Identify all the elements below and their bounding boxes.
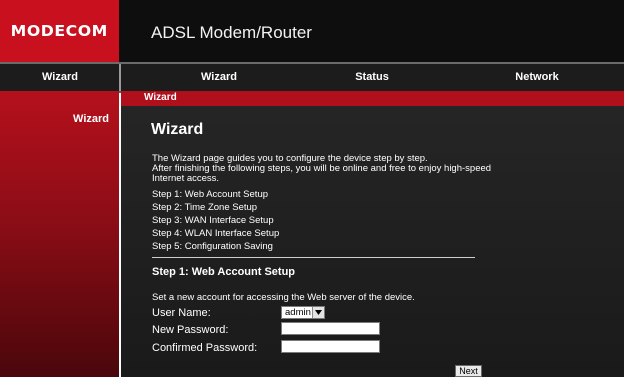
section-title: Step 1: Web Account Setup	[152, 266, 296, 278]
page-title: Wizard	[151, 121, 204, 138]
user-name-label: User Name:	[152, 307, 211, 319]
new-password-label: New Password:	[152, 324, 229, 336]
main-content: Wizard Wizard The Wizard page guides you…	[121, 91, 624, 377]
section-description: Set a new account for accessing the Web …	[152, 292, 415, 303]
brand-logo: MODECOM	[0, 0, 119, 62]
step-item: Step 4: WLAN Interface Setup	[152, 228, 280, 239]
app-title: ADSL Modem/Router	[151, 23, 312, 42]
tab-network[interactable]: Network	[515, 71, 558, 83]
next-button[interactable]: Next	[455, 365, 482, 377]
nav-section-label[interactable]: Wizard	[42, 71, 78, 83]
step-item: Step 1: Web Account Setup	[152, 189, 269, 200]
chevron-down-icon[interactable]	[312, 307, 324, 318]
sidebar-item-wizard[interactable]: Wizard	[73, 113, 109, 125]
logo-text: MODECOM	[10, 22, 109, 40]
step-item: Step 2: Time Zone Setup	[152, 202, 258, 213]
user-name-select[interactable]: admin	[281, 306, 325, 319]
new-password-field[interactable]	[281, 322, 380, 335]
header: MODECOM ADSL Modem/Router	[0, 0, 624, 62]
section-divider	[152, 257, 475, 258]
step-item: Step 5: Configuration Saving	[152, 241, 273, 252]
intro-line: Internet access.	[152, 173, 220, 184]
confirm-password-label: Confirmed Password:	[152, 342, 258, 354]
intro-text: The Wizard page guides you to configure …	[152, 154, 492, 184]
step-item: Step 3: WAN Interface Setup	[152, 215, 274, 226]
tab-wizard[interactable]: Wizard	[201, 71, 237, 83]
tab-status[interactable]: Status	[355, 71, 389, 83]
nav-divider	[119, 64, 121, 93]
breadcrumb-label: Wizard	[144, 92, 177, 103]
confirm-password-field[interactable]	[281, 340, 380, 353]
breadcrumb: Wizard	[121, 91, 624, 106]
user-name-value: admin	[285, 307, 311, 318]
sidebar: Wizard	[0, 91, 119, 377]
top-navbar: Wizard Wizard Status Network	[0, 62, 624, 93]
